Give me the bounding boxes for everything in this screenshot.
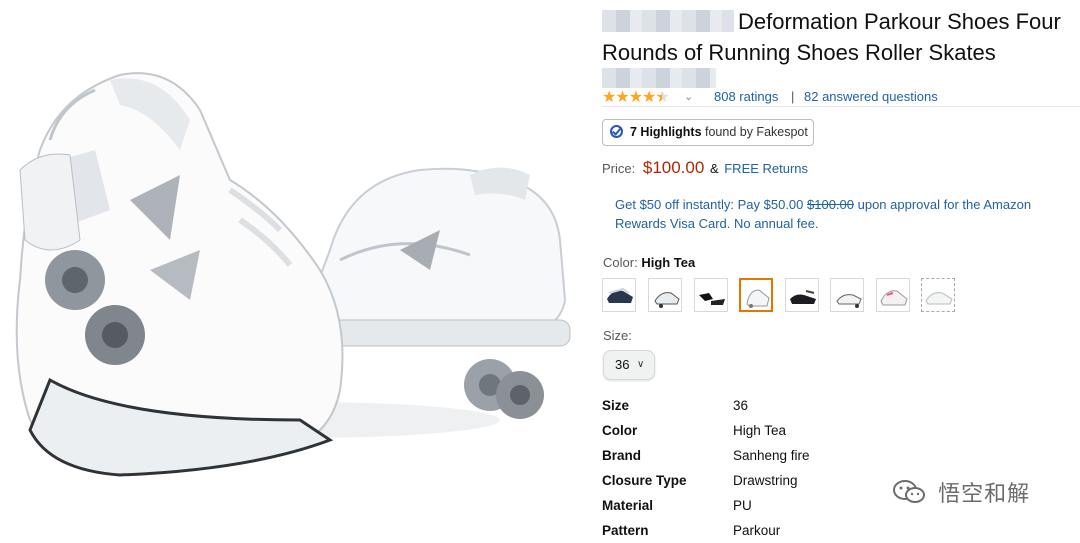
redacted-text <box>602 10 734 33</box>
ratings-row: ★★★★★ ⌄ 808 ratings | 82 answered questi… <box>602 86 1080 108</box>
price-amp: & <box>709 161 719 176</box>
color-swatch-selected[interactable] <box>739 278 773 312</box>
spec-key: Color <box>602 423 638 438</box>
color-swatch[interactable] <box>694 278 728 312</box>
watermark-text: 悟空和解 <box>938 481 1031 506</box>
spec-row: Brand Sanheng fire <box>602 443 1080 468</box>
spec-value: PU <box>733 498 752 513</box>
star-rating-icon[interactable]: ★★★★★ <box>602 88 670 108</box>
color-swatches <box>602 278 1080 316</box>
color-swatch-unavailable[interactable] <box>921 278 955 312</box>
free-returns-link[interactable]: FREE Returns <box>724 161 808 176</box>
spec-value: High Tea <box>733 423 787 438</box>
color-swatch[interactable] <box>602 278 636 312</box>
chevron-down-icon: ∨ <box>637 359 645 370</box>
watermark: 悟空和解 <box>892 476 1030 506</box>
product-image[interactable] <box>0 0 590 538</box>
fakespot-suffix: found by Fakespot <box>701 125 808 139</box>
promo-struck-price: $100.00 <box>807 197 854 212</box>
color-selected: High Tea <box>641 255 696 270</box>
size-dropdown[interactable]: 36 ∨ <box>603 350 655 380</box>
promo-text-before: Get $50 off instantly: Pay $50.00 <box>615 197 807 212</box>
spec-key: Closure Type <box>602 473 687 488</box>
spec-value: Parkour <box>733 523 781 538</box>
spec-row: Pattern Parkour <box>602 518 1080 543</box>
color-swatch[interactable] <box>830 278 864 312</box>
spec-row: Size 36 <box>602 393 1080 418</box>
spec-value: Sanheng fire <box>733 448 810 463</box>
highlights-count: 7 Highlights <box>630 125 702 139</box>
product-details: Deformation Parkour Shoes Four Rounds of… <box>602 0 1080 538</box>
wechat-icon <box>893 480 925 503</box>
spec-key: Material <box>602 498 654 513</box>
fakespot-highlights-button[interactable]: 7 Highlights found by Fakespot <box>602 119 814 146</box>
spec-key: Pattern <box>602 523 649 538</box>
color-label-row: Color: High Tea <box>603 254 695 272</box>
chevron-down-icon[interactable]: ⌄ <box>684 87 693 107</box>
separator: | <box>791 89 795 104</box>
price-label: Price: <box>602 161 636 176</box>
price-value: $100.00 <box>642 158 705 177</box>
product-specs-table: Size 36 Color High Tea Brand Sanheng fir… <box>602 393 1080 543</box>
answered-questions-link[interactable]: 82 answered questions <box>804 87 938 107</box>
price-row: Price: $100.00 & FREE Returns <box>602 155 808 181</box>
ratings-count-link[interactable]: 808 ratings <box>714 87 778 107</box>
color-swatch[interactable] <box>785 278 819 312</box>
spec-value: 36 <box>733 398 749 413</box>
spec-key: Size <box>602 398 630 413</box>
divider <box>602 106 1080 107</box>
color-label: Color: <box>603 255 638 270</box>
spec-row: Color High Tea <box>602 418 1080 443</box>
spec-key: Brand <box>602 448 642 463</box>
roller-shoes-image <box>15 72 571 477</box>
color-swatch[interactable] <box>648 278 682 312</box>
product-title[interactable]: Deformation Parkour Shoes Four Rounds of… <box>602 6 1080 68</box>
redacted-brand-link[interactable] <box>602 68 716 88</box>
size-label: Size: <box>603 328 632 343</box>
size-selected-value: 36 <box>615 357 630 372</box>
spec-value: Drawstring <box>733 473 798 488</box>
check-circle-icon <box>610 125 623 138</box>
promo-offer[interactable]: Get $50 off instantly: Pay $50.00 $100.0… <box>615 195 1077 233</box>
color-swatch[interactable] <box>876 278 910 312</box>
